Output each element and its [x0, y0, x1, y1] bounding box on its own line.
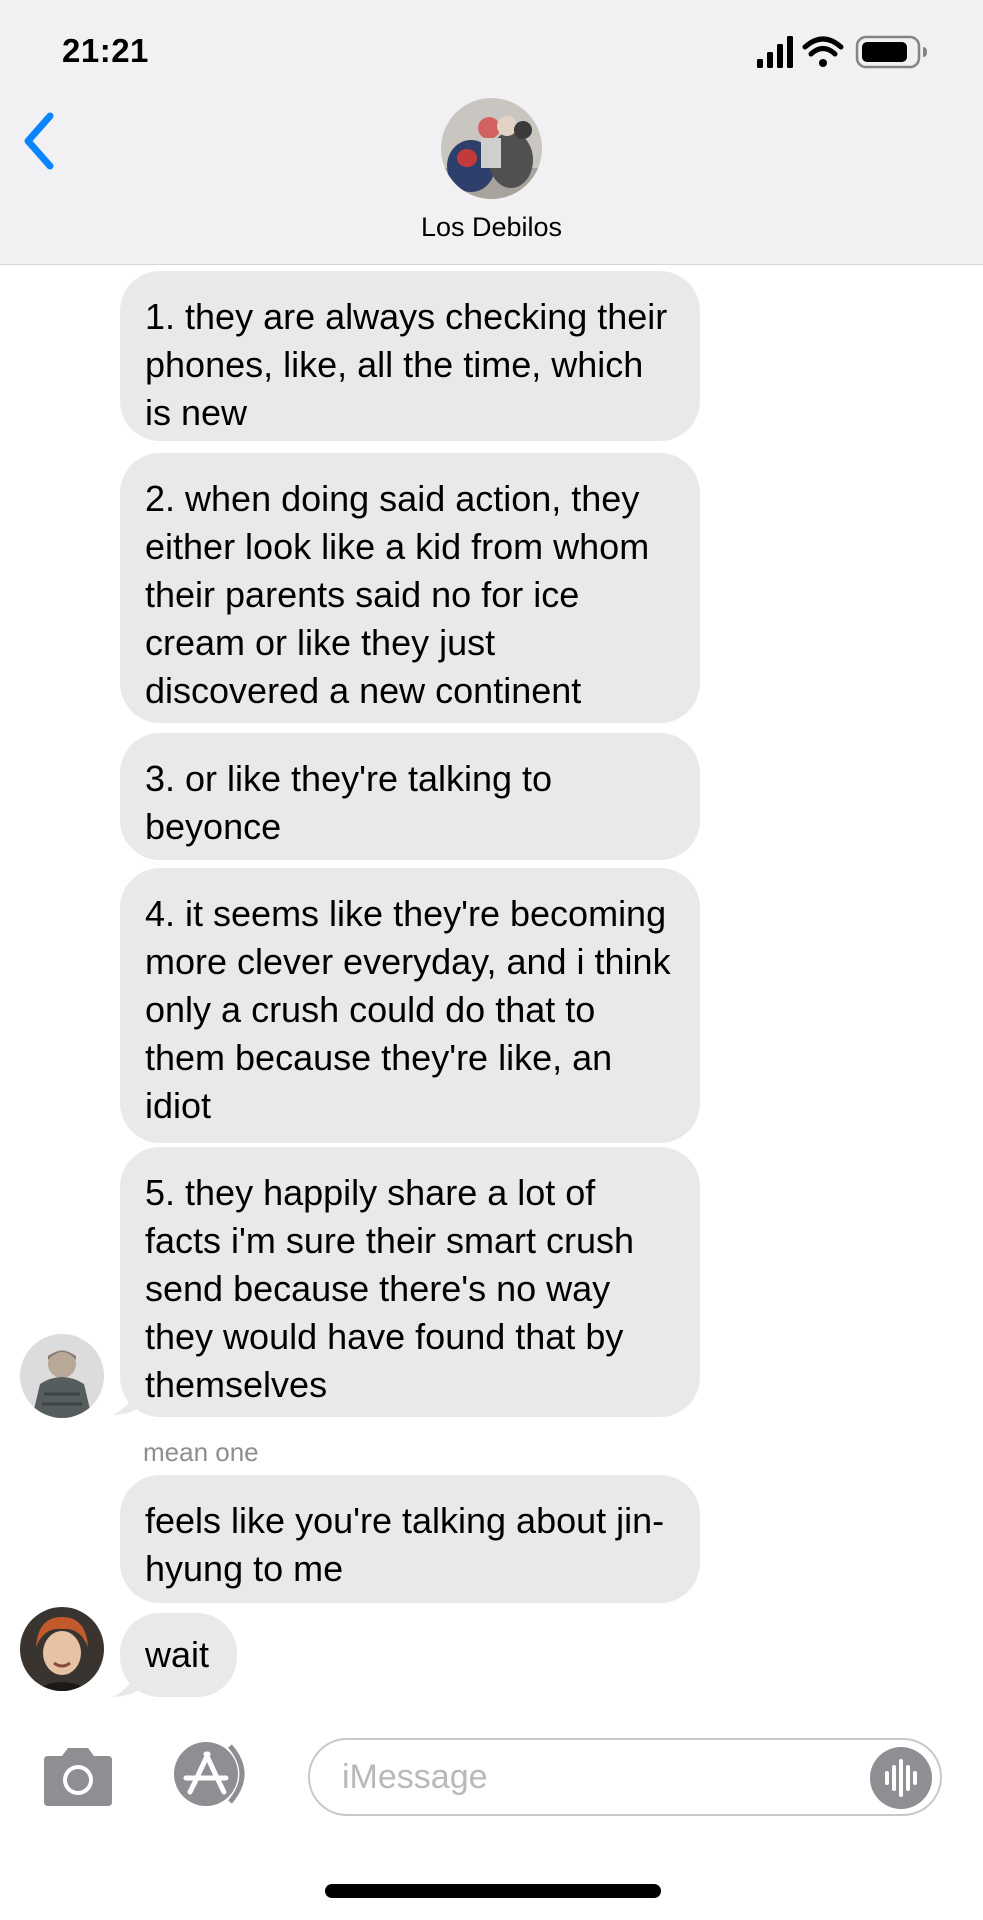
back-button[interactable] — [16, 108, 66, 174]
group-photo-image — [441, 98, 542, 199]
message-bubble[interactable]: feels like you're talking about jin-hyun… — [120, 1475, 700, 1603]
message-text: wait — [145, 1634, 210, 1675]
group-avatar[interactable] — [441, 98, 542, 199]
sender-avatar[interactable] — [20, 1334, 104, 1418]
message-bubble[interactable]: 3. or like they're talking to beyonce — [120, 733, 700, 860]
app-store-button[interactable] — [168, 1740, 260, 1808]
conversation-title[interactable]: Los Debilos — [0, 212, 983, 243]
message-bubble[interactable]: 4. it seems like they're becoming more c… — [120, 868, 700, 1143]
message-list[interactable]: 1. they are always checking their phones… — [0, 265, 983, 1697]
camera-button[interactable] — [38, 1744, 118, 1808]
sender-name: mean one — [143, 1437, 259, 1467]
status-indicators — [757, 35, 927, 69]
message-input-placeholder: iMessage — [342, 1758, 488, 1796]
message-input[interactable]: iMessage — [308, 1738, 942, 1816]
message-text: 4. it seems like they're becoming more c… — [145, 893, 671, 1126]
battery-icon — [855, 35, 927, 69]
home-indicator[interactable] — [325, 1884, 661, 1898]
message-text: 1. they are always checking their phones… — [145, 296, 668, 433]
message-bubble[interactable]: 1. they are always checking their phones… — [120, 271, 700, 441]
audio-waveform-icon — [885, 1759, 917, 1797]
cellular-signal-icon — [757, 36, 793, 68]
message-text: 5. they happily share a lot of facts i'm… — [145, 1172, 634, 1405]
wifi-icon — [802, 36, 844, 67]
sender-avatar-image — [20, 1334, 104, 1418]
status-icons — [757, 34, 937, 70]
message-text: feels like you're talking about jin-hyun… — [145, 1500, 665, 1589]
sender-avatar[interactable] — [20, 1607, 104, 1691]
bubble-tail — [112, 1377, 146, 1415]
status-time: 21:21 — [62, 32, 149, 69]
chevron-left-icon — [24, 112, 54, 170]
message-bubble[interactable]: 5. they happily share a lot of facts i'm… — [120, 1147, 700, 1417]
sender-avatar-image — [20, 1607, 104, 1691]
camera-icon — [44, 1748, 112, 1806]
bubble-tail — [112, 1659, 146, 1697]
message-text: 3. or like they're talking to beyonce — [145, 758, 553, 847]
app-store-icon — [174, 1742, 245, 1806]
message-bubble[interactable]: 2. when doing said action, they either l… — [120, 453, 700, 723]
message-text: 2. when doing said action, they either l… — [145, 478, 650, 711]
audio-message-button[interactable] — [870, 1747, 932, 1809]
conversation-header: 21:21 Los Debilos — [0, 0, 983, 265]
